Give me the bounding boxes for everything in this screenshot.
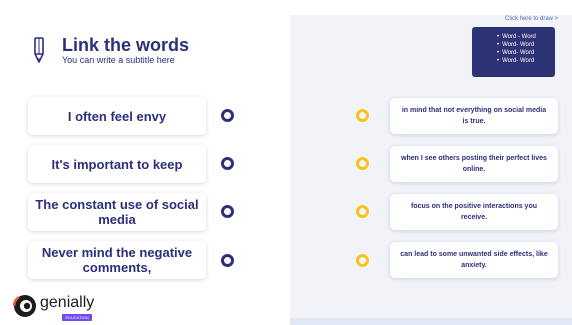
click-to-draw-link[interactable]: Click here to draw > [505,16,558,22]
hint-item: Word- Word [497,57,555,65]
page-subtitle: You can write a subtitle here [62,55,175,65]
right-card-label: focus on the positive interactions you r… [410,203,538,221]
pencil-icon [34,37,44,63]
bottom-strip [290,318,572,325]
right-card-label: in mind that not everything on social me… [401,107,547,125]
right-connector-dot-2[interactable] [356,157,369,170]
page-title: Link the words [62,35,190,55]
right-card-2[interactable]: when I see others posting their perfect … [390,146,558,182]
brand-badge: EDUCATION [62,314,92,321]
left-card-label: It's important to keep [51,156,183,172]
hint-item: Word - Word [497,33,555,41]
left-card-2[interactable]: It's important to keep [28,145,206,183]
hint-item: Word- Word [497,41,555,49]
right-connector-dot-1[interactable] [356,109,369,122]
brand-logo-text: genially [40,294,95,311]
left-card-1[interactable]: I often feel envy [28,97,206,135]
hint-box: Word - Word Word- Word Word- Word Word- … [472,27,555,77]
left-connector-dot-4[interactable] [221,254,234,267]
genially-logo-icon [13,295,36,317]
right-card-label: can lead to some unwanted side effects, … [400,251,548,269]
right-card-4[interactable]: can lead to some unwanted side effects, … [390,242,558,278]
left-connector-dot-3[interactable] [221,205,234,218]
left-card-label: Never mind the negative comments, [41,245,193,275]
left-connector-dot-1[interactable] [221,109,234,122]
right-card-3[interactable]: focus on the positive interactions you r… [390,194,558,230]
left-connector-dot-2[interactable] [221,157,234,170]
left-card-label: The constant use of social media [35,197,199,227]
right-connector-dot-3[interactable] [356,205,369,218]
left-card-label: I often feel envy [67,108,167,124]
hint-item: Word- Word [497,49,555,57]
left-card-4[interactable]: Never mind the negative comments, [28,241,206,279]
right-connector-dot-4[interactable] [356,254,369,267]
right-card-label: when I see others posting their perfect … [401,155,547,173]
right-card-1[interactable]: in mind that not everything on social me… [390,98,558,134]
left-card-3[interactable]: The constant use of social media [28,193,206,231]
